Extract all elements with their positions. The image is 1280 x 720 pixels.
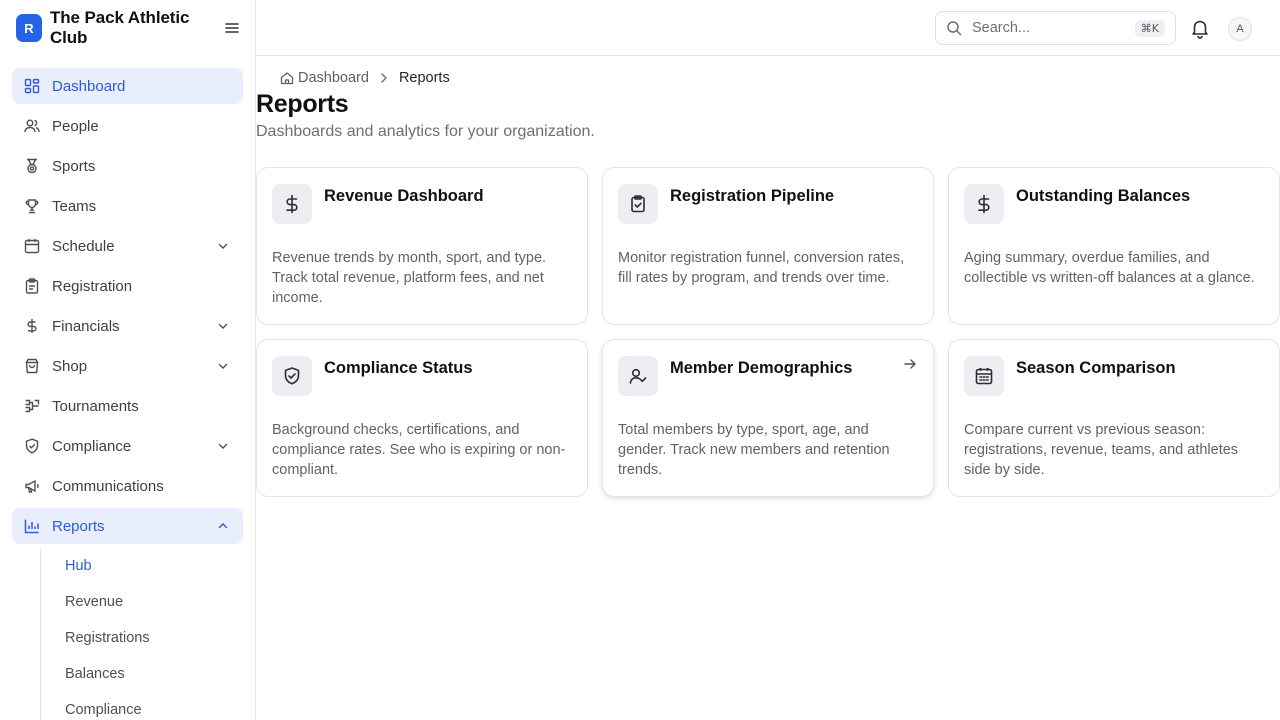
sidebar: R The Pack Athletic Club Dashboard Peopl… (0, 0, 256, 720)
medal-icon (24, 158, 40, 174)
breadcrumb-home-link[interactable]: Dashboard (280, 70, 369, 86)
shield-icon (24, 438, 40, 454)
chevron-down-icon[interactable] (215, 318, 231, 334)
card-description: Background checks, certifications, and c… (272, 422, 566, 478)
page-title: Reports (256, 90, 349, 118)
sidebar-item-label: Schedule (52, 237, 115, 255)
card-compliance-status[interactable]: Compliance Status Background checks, cer… (256, 339, 588, 497)
arrow-right-icon (903, 357, 917, 371)
dashboard-icon (24, 78, 40, 94)
card-description: Revenue trends by month, sport, and type… (272, 250, 547, 306)
card-title: Revenue Dashboard (324, 187, 484, 205)
card-description: Aging summary, overdue families, and col… (964, 250, 1255, 286)
subnav-item-hub[interactable]: Hub (65, 548, 243, 584)
sidebar-item-label: Registration (52, 277, 133, 295)
sidebar-item-people[interactable]: People (12, 108, 243, 144)
brand-name[interactable]: The Pack Athletic Club (50, 8, 218, 48)
sidebar-item-tournaments[interactable]: Tournaments (12, 388, 243, 424)
breadcrumb-current: Reports (398, 70, 450, 86)
sidebar-item-communications[interactable]: Communications (12, 468, 243, 504)
sidebar-item-label: Financials (52, 317, 120, 335)
card-description: Compare current vs previous season: regi… (964, 422, 1239, 478)
sidebar-item-label: Compliance (52, 437, 132, 455)
shopping-bag-icon (24, 358, 40, 374)
dollar-icon (272, 184, 312, 224)
trophy-icon (24, 198, 40, 214)
bar-chart-icon (24, 518, 40, 534)
sidebar-item-label: Communications (52, 477, 164, 495)
sidebar-item-compliance[interactable]: Compliance (12, 428, 243, 464)
user-check-icon (618, 356, 658, 396)
chevron-right-icon (377, 71, 391, 85)
card-registration-pipeline[interactable]: Registration Pipeline Monitor registrati… (602, 167, 934, 325)
sidebar-item-financials[interactable]: Financials (12, 308, 243, 344)
card-season-comparison[interactable]: Season Comparison Compare current vs pre… (948, 339, 1280, 497)
chevron-up-icon[interactable] (215, 518, 231, 534)
sidebar-item-label: Dashboard (52, 77, 126, 95)
users-icon (24, 118, 40, 134)
search-icon (946, 20, 962, 36)
brand-logo[interactable]: R (16, 14, 42, 42)
sidebar-item-registration[interactable]: Registration (12, 268, 243, 304)
card-title: Member Demographics (670, 359, 853, 377)
sidebar-item-sports[interactable]: Sports (12, 148, 243, 184)
chevron-down-icon[interactable] (215, 358, 231, 374)
calendar-icon (24, 238, 40, 254)
breadcrumb: Dashboard Reports (280, 70, 450, 86)
sidebar-item-shop[interactable]: Shop (12, 348, 243, 384)
sidebar-item-reports[interactable]: Reports (12, 508, 243, 544)
card-outstanding-balances[interactable]: Outstanding Balances Aging summary, over… (948, 167, 1280, 325)
sidebar-item-label: Reports (52, 517, 105, 535)
megaphone-icon (24, 478, 40, 494)
sidebar-nav: Dashboard People Sports Teams Schedule R… (0, 56, 255, 720)
subnav-item-balances[interactable]: Balances (65, 656, 243, 692)
sidebar-item-label: Sports (52, 157, 96, 175)
page-subtitle: Dashboards and analytics for your organi… (256, 123, 595, 140)
home-icon (280, 71, 294, 85)
topbar: Search... ⌘K A (256, 0, 1280, 56)
card-description: Monitor registration funnel, conversion … (618, 250, 905, 286)
bell-icon[interactable] (1189, 17, 1211, 39)
dollar-icon (964, 184, 1004, 224)
sidebar-item-label: People (52, 117, 99, 135)
subnav-item-compliance[interactable]: Compliance (65, 692, 243, 720)
card-title: Outstanding Balances (1016, 187, 1191, 205)
sidebar-item-label: Tournaments (52, 397, 139, 415)
search-shortcut-badge: ⌘K (1134, 19, 1165, 37)
calendar-grid-icon (964, 356, 1004, 396)
sidebar-item-teams[interactable]: Teams (12, 188, 243, 224)
card-description: Total members by type, sport, age, and g… (618, 422, 890, 478)
app-root: R The Pack Athletic Club Dashboard Peopl… (0, 0, 1280, 720)
card-revenue-dashboard[interactable]: Revenue Dashboard Revenue trends by mont… (256, 167, 588, 325)
sidebar-item-dashboard[interactable]: Dashboard (12, 68, 243, 104)
chevron-down-icon[interactable] (215, 238, 231, 254)
chevron-down-icon[interactable] (215, 438, 231, 454)
sidebar-item-label: Teams (52, 197, 97, 215)
subnav-item-registrations[interactable]: Registrations (65, 620, 243, 656)
search-input[interactable]: Search... ⌘K (935, 11, 1176, 45)
shield-check-icon (272, 356, 312, 396)
avatar[interactable]: A (1228, 17, 1252, 41)
search-placeholder: Search... (972, 20, 1031, 36)
bracket-icon (24, 398, 40, 414)
dollar-icon (24, 318, 40, 334)
main-content: Dashboard Reports Reports Dashboards and… (256, 56, 1280, 720)
card-title: Registration Pipeline (670, 187, 835, 205)
card-member-demographics[interactable]: Member Demographics Total members by typ… (602, 339, 934, 497)
sidebar-item-label: Shop (52, 357, 88, 375)
clipboard-icon (24, 278, 40, 294)
reports-subnav: Hub Revenue Registrations Balances Compl… (40, 548, 243, 720)
clipboard-check-icon (618, 184, 658, 224)
brand-header: R The Pack Athletic Club (0, 0, 255, 56)
subnav-item-revenue[interactable]: Revenue (65, 584, 243, 620)
menu-icon[interactable] (224, 20, 239, 36)
card-title: Compliance Status (324, 359, 473, 377)
breadcrumb-home-label: Dashboard (298, 70, 369, 86)
card-title: Season Comparison (1016, 359, 1176, 377)
sidebar-item-schedule[interactable]: Schedule (12, 228, 243, 264)
